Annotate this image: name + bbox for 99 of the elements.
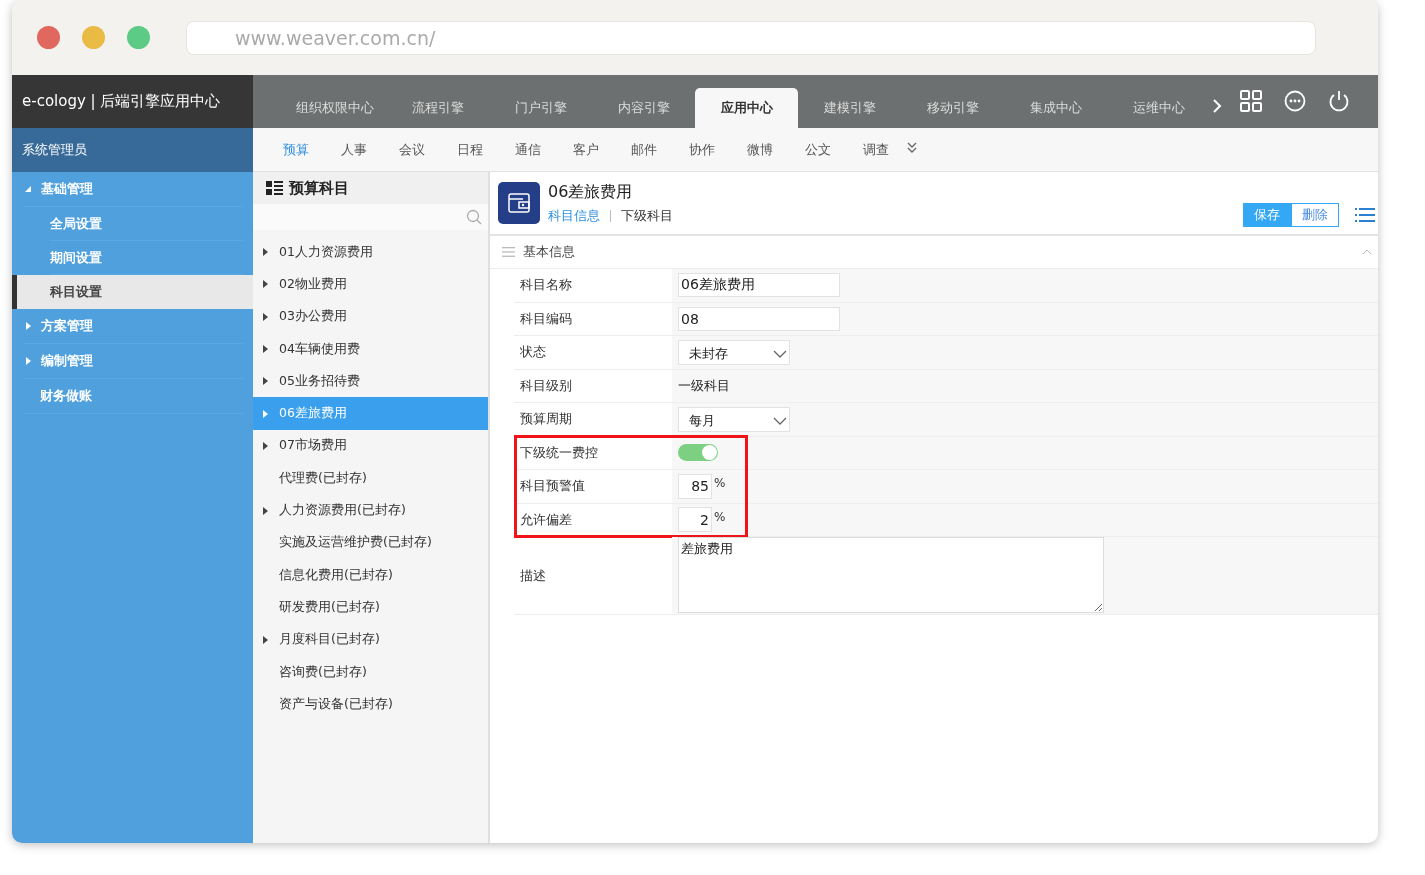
module-link[interactable]: 客户 <box>557 140 615 159</box>
description-field[interactable]: 差旅费用 <box>678 537 1104 613</box>
tree-item[interactable]: 月度科目(已封存) <box>253 623 488 656</box>
tree-item-label: 实施及运营维护费(已封存) <box>279 534 432 552</box>
field-value: 一级科目 <box>678 376 730 395</box>
tree-item[interactable]: 04车辆使用费 <box>253 332 488 366</box>
double-chevron-down-icon[interactable] <box>907 141 917 154</box>
tree-item[interactable]: 资产与设备(已封存) <box>253 688 488 721</box>
text-field[interactable]: 06差旅费用 <box>678 273 840 298</box>
tree-item[interactable]: 咨询费(已封存) <box>253 655 488 689</box>
tree-item[interactable]: 01人力资源费用 <box>253 236 488 269</box>
caret-right-icon[interactable] <box>263 635 268 644</box>
number-field[interactable]: 85 <box>678 473 712 499</box>
number-field[interactable]: 2 <box>678 507 712 533</box>
caret-right-icon[interactable] <box>263 248 268 257</box>
tree-item-label: 月度科目(已封存) <box>279 631 380 649</box>
tree-item-label: 人力资源费用(已封存) <box>279 502 406 519</box>
tree-item[interactable]: 代理费(已封存) <box>253 462 488 495</box>
module-link[interactable]: 公文 <box>789 140 847 159</box>
tree-item[interactable]: 02物业费用 <box>253 268 488 301</box>
chevron-right-icon[interactable] <box>1212 98 1222 114</box>
tree-item[interactable]: 信息化费用(已封存) <box>253 558 488 592</box>
detail-tab[interactable]: 下级科目 <box>621 207 673 225</box>
module-link[interactable]: 通信 <box>499 140 557 159</box>
caret-right-icon[interactable] <box>263 280 268 289</box>
tree-item[interactable]: 03办公费用 <box>253 300 488 333</box>
dropdown[interactable]: 未封存 <box>678 339 790 365</box>
field-label: 科目预警值 <box>519 477 586 496</box>
module-link[interactable]: 微博 <box>731 140 789 159</box>
caret-down-icon[interactable] <box>24 185 32 193</box>
module-tab[interactable]: 内容引擎 <box>592 88 695 128</box>
tree-item[interactable]: 07市场费用 <box>253 429 488 463</box>
tree-item-label: 04车辆使用费 <box>279 340 360 358</box>
tree-item-label: 咨询费(已封存) <box>279 663 367 681</box>
tree-item-label: 06差旅费用 <box>279 405 347 423</box>
tree-item[interactable]: 人力资源费用(已封存) <box>253 494 488 527</box>
toggle-switch[interactable] <box>678 444 718 462</box>
chevron-down-icon <box>773 349 787 358</box>
panel-title: 预算科目 <box>289 178 349 198</box>
close-window-icon[interactable] <box>37 26 60 49</box>
app-logo: e-cology | 后端引擎应用中心 <box>12 75 253 128</box>
unit-label: % <box>714 476 726 491</box>
user-name: 系统管理员 <box>12 128 253 172</box>
caret-right-icon[interactable] <box>263 441 268 450</box>
unit-label: % <box>714 509 726 524</box>
field-label: 允许偏差 <box>519 510 573 529</box>
wallet-icon <box>498 182 540 224</box>
caret-right-icon[interactable] <box>263 506 268 515</box>
field-label: 科目名称 <box>519 276 573 295</box>
tree-item[interactable]: 05业务招待费 <box>253 365 488 398</box>
tree-item-label: 05业务招待费 <box>279 372 360 390</box>
field-label: 科目级别 <box>519 376 573 395</box>
search-field[interactable] <box>253 204 488 230</box>
list-icon <box>266 180 283 196</box>
detail-tab[interactable]: 科目信息 <box>548 207 600 225</box>
module-link[interactable]: 人事 <box>325 140 383 159</box>
dropdown[interactable]: 每月 <box>678 406 790 432</box>
caret-right-icon[interactable] <box>263 377 268 386</box>
module-link[interactable]: 协作 <box>673 140 731 159</box>
field-label: 预算周期 <box>519 410 573 429</box>
module-tab[interactable]: 移动引擎 <box>901 88 1004 128</box>
section-title: 基本信息 <box>523 243 576 261</box>
text-field[interactable]: 08 <box>678 306 840 331</box>
field-label: 科目编码 <box>519 309 573 328</box>
tree-item-label: 信息化费用(已封存) <box>279 566 393 584</box>
tree-item-label: 研发费用(已封存) <box>279 598 380 616</box>
more-options-icon[interactable] <box>1284 90 1306 112</box>
caret-right-icon[interactable] <box>263 312 268 321</box>
tree-item-label: 07市场费用 <box>279 437 347 455</box>
module-tab[interactable]: 运维中心 <box>1107 88 1210 128</box>
module-tab[interactable]: 门户引擎 <box>489 88 592 128</box>
chevron-down-icon <box>773 416 787 425</box>
delete-button[interactable]: 删除 <box>1291 203 1339 227</box>
submenu-item[interactable]: 科目设置 <box>12 275 253 309</box>
field-label: 描述 <box>519 566 547 585</box>
power-icon[interactable] <box>1328 90 1350 112</box>
module-tab[interactable]: 应用中心 <box>695 88 798 128</box>
menu-icon[interactable] <box>1355 207 1375 223</box>
module-link[interactable]: 会议 <box>383 140 441 159</box>
tree-item-label: 01人力资源费用 <box>279 243 373 261</box>
tree-item[interactable]: 实施及运营维护费(已封存) <box>253 526 488 559</box>
tree-item-label: 资产与设备(已封存) <box>279 695 393 713</box>
tree-item-label: 02物业费用 <box>279 275 347 293</box>
module-tab[interactable]: 组织权限中心 <box>283 88 386 128</box>
tree-item-label: 代理费(已封存) <box>279 469 367 487</box>
caret-right-icon[interactable] <box>263 345 268 354</box>
tree-item-label: 03办公费用 <box>279 308 347 326</box>
field-label: 下级统一费控 <box>519 443 599 462</box>
field-label: 状态 <box>519 343 547 362</box>
module-tab[interactable]: 集成中心 <box>1004 88 1107 128</box>
tree-item[interactable]: 研发费用(已封存) <box>253 591 488 624</box>
module-tab[interactable]: 建模引擎 <box>798 88 901 128</box>
module-link[interactable]: 邮件 <box>615 140 673 159</box>
module-link[interactable]: 调查 <box>847 140 905 159</box>
module-tab[interactable]: 流程引擎 <box>386 88 489 128</box>
record-title: 06差旅费用 <box>548 181 634 203</box>
grid-icon[interactable] <box>1240 90 1262 112</box>
drag-handle-icon <box>502 247 515 257</box>
module-link[interactable]: 日程 <box>441 140 499 159</box>
